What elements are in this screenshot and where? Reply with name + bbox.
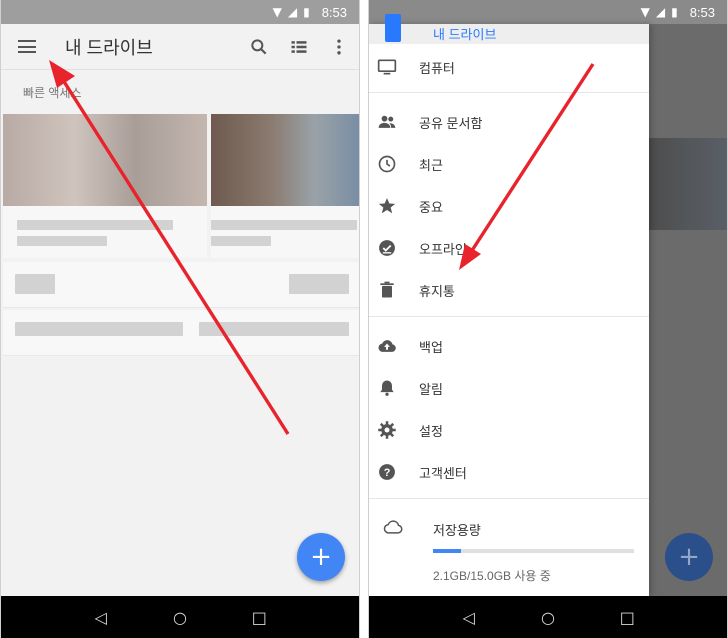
drawer-divider — [369, 92, 649, 93]
svg-text:?: ? — [384, 467, 391, 479]
people-icon — [378, 115, 396, 128]
drawer-item-notifications[interactable]: 알림 — [369, 368, 649, 408]
home-icon[interactable]: ○ — [536, 608, 560, 627]
drawer-item-computer[interactable]: 컴퓨터 — [369, 47, 649, 87]
recents-icon[interactable]: □ — [247, 608, 271, 627]
comparison-screenshot: ▼ ◢ ▮ 8:53 내 드라이브 빠른 액세스 + ◁ ○ □ ▼ ◢ ▮ 8… — [0, 0, 728, 638]
hamburger-icon — [18, 40, 36, 53]
drawer-item-trash[interactable]: 휴지통 — [369, 270, 649, 310]
list-view-icon — [291, 40, 307, 53]
storage-label: 저장용량 — [433, 523, 481, 538]
left-phone-screen: ▼ ◢ ▮ 8:53 내 드라이브 빠른 액세스 + ◁ ○ □ — [0, 0, 360, 638]
drawer-item-recent[interactable]: 최근 — [369, 144, 649, 184]
drawer-item-label: 휴지통 — [419, 283, 455, 299]
quick-access-thumbnail[interactable] — [211, 114, 359, 206]
star-icon — [378, 198, 396, 214]
storage-progress-bar — [433, 549, 634, 553]
cloud-icon — [383, 520, 403, 534]
quick-access-caption — [3, 206, 207, 258]
signal-icon: ◢ — [287, 5, 298, 19]
drawer-item-settings[interactable]: 설정 — [369, 410, 649, 450]
drawer-item-help[interactable]: ? 고객센터 — [369, 452, 649, 492]
drawer-item-label: 내 드라이브 — [433, 27, 497, 42]
file-row[interactable] — [3, 310, 359, 356]
new-item-fab-dimmed: + — [665, 533, 713, 581]
battery-icon: ▮ — [303, 5, 310, 19]
drawer-item-label: 설정 — [419, 423, 443, 439]
search-icon — [251, 38, 267, 54]
drawer-item-label: 알림 — [419, 381, 443, 397]
drawer-divider — [369, 498, 649, 499]
drawer-item-label: 공유 문서함 — [419, 115, 483, 131]
more-options-button[interactable] — [319, 24, 359, 70]
search-button[interactable] — [239, 24, 279, 70]
back-icon[interactable]: ◁ — [89, 608, 113, 627]
nav-bar: ◁ ○ □ — [369, 596, 727, 638]
page-title: 내 드라이브 — [65, 37, 153, 58]
status-bar: ▼ ◢ ▮ 8:53 — [1, 0, 359, 24]
battery-icon: ▮ — [671, 5, 678, 19]
drawer-divider — [369, 316, 649, 317]
quick-access-label: 빠른 액세스 — [23, 86, 82, 100]
status-time: 8:53 — [689, 4, 715, 20]
navigation-drawer: 내 드라이브 컴퓨터 공유 문서함 최근 중요 오프라인 휴지통 백업 알림 설… — [369, 14, 649, 596]
list-view-button[interactable] — [279, 24, 319, 70]
drawer-item-label: 오프라인 — [419, 241, 467, 257]
app-bar: 내 드라이브 — [1, 24, 359, 70]
wifi-icon: ▼ — [272, 5, 282, 19]
quick-access-caption — [211, 206, 359, 258]
offline-icon — [379, 240, 395, 256]
help-icon: ? — [379, 464, 395, 480]
back-icon[interactable]: ◁ — [457, 608, 481, 627]
right-phone-screen: ▼ ◢ ▮ 8:53 + 내 드라이브 컴퓨터 공유 문서함 최근 중요 오프라… — [368, 0, 728, 638]
trash-icon — [380, 281, 394, 298]
drawer-item-offline[interactable]: 오프라인 — [369, 228, 649, 268]
drive-icon — [385, 14, 401, 42]
nav-bar: ◁ ○ □ — [1, 596, 359, 638]
drawer-item-label: 고객센터 — [419, 465, 467, 481]
quick-access-thumbnail[interactable] — [3, 114, 207, 206]
cloud-upload-icon — [378, 340, 396, 352]
more-vert-icon — [337, 39, 341, 54]
computer-icon — [377, 59, 397, 75]
status-time: 8:53 — [321, 4, 347, 20]
new-item-fab[interactable]: + — [297, 533, 345, 581]
drawer-item-shared[interactable]: 공유 문서함 — [369, 102, 649, 142]
drawer-item-backup[interactable]: 백업 — [369, 326, 649, 366]
signal-icon: ◢ — [655, 5, 666, 19]
clock-icon — [378, 155, 396, 173]
drawer-item-my-drive[interactable]: 내 드라이브 — [369, 14, 649, 44]
menu-button[interactable] — [1, 24, 53, 70]
drawer-item-label: 최근 — [419, 157, 443, 173]
drawer-item-label: 컴퓨터 — [419, 60, 455, 76]
drawer-item-starred[interactable]: 중요 — [369, 186, 649, 226]
gear-icon — [378, 421, 396, 439]
home-icon[interactable]: ○ — [168, 608, 192, 627]
recents-icon[interactable]: □ — [615, 608, 639, 627]
status-bar: ▼ ◢ ▮ 8:53 — [369, 0, 727, 24]
storage-progress-fill — [433, 549, 462, 553]
wifi-icon: ▼ — [640, 5, 650, 19]
storage-usage-text: 2.1GB/15.0GB 사용 중 — [433, 569, 551, 583]
dimmed-thumbnail — [649, 138, 727, 230]
drawer-item-label: 중요 — [419, 199, 443, 215]
file-row[interactable] — [3, 262, 359, 308]
drawer-item-label: 백업 — [419, 339, 443, 355]
bell-icon — [380, 380, 394, 396]
